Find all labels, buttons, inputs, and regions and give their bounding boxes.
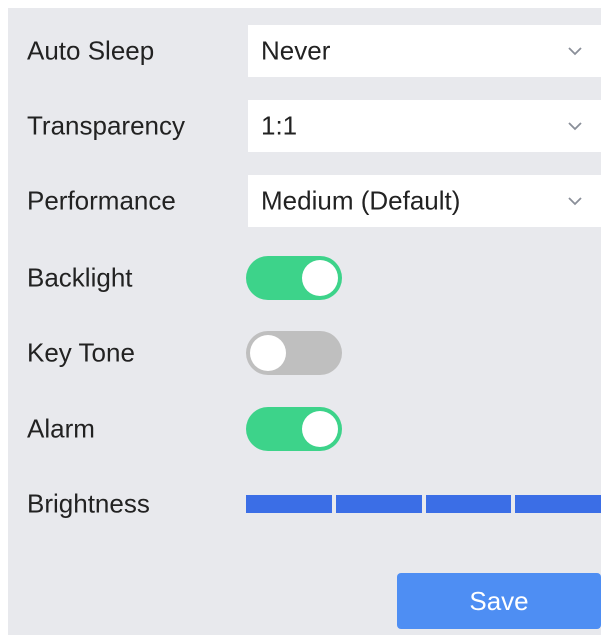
brightness-segment[interactable] (425, 495, 512, 513)
transparency-select[interactable]: 1:1 (248, 100, 601, 152)
performance-value: Medium (Default) (261, 185, 461, 216)
performance-select[interactable]: Medium (Default) (248, 175, 601, 227)
auto-sleep-select[interactable]: Never (248, 25, 601, 77)
key-tone-row: Key Tone (8, 327, 601, 379)
auto-sleep-row: Auto Sleep Never (8, 25, 601, 77)
toggle-knob (250, 335, 286, 371)
settings-panel: Auto Sleep Never Transparency 1:1 Perfor… (8, 8, 601, 635)
backlight-label: Backlight (27, 262, 133, 293)
performance-label: Performance (27, 185, 176, 216)
transparency-row: Transparency 1:1 (8, 100, 601, 152)
toggle-knob (302, 411, 338, 447)
key-tone-label: Key Tone (27, 337, 135, 368)
alarm-toggle[interactable] (246, 407, 342, 451)
brightness-segment[interactable] (515, 495, 601, 513)
brightness-bar[interactable] (246, 495, 601, 513)
key-tone-toggle[interactable] (246, 331, 342, 375)
chevron-down-icon (568, 47, 582, 56)
backlight-row: Backlight (8, 252, 601, 304)
alarm-label: Alarm (27, 413, 95, 444)
chevron-down-icon (568, 197, 582, 206)
auto-sleep-label: Auto Sleep (27, 35, 155, 66)
backlight-toggle[interactable] (246, 256, 342, 300)
brightness-row: Brightness (8, 478, 601, 530)
brightness-segment[interactable] (335, 495, 422, 513)
chevron-down-icon (568, 122, 582, 131)
transparency-label: Transparency (27, 110, 185, 141)
performance-row: Performance Medium (Default) (8, 175, 601, 227)
brightness-segment[interactable] (246, 495, 332, 513)
auto-sleep-value: Never (261, 35, 331, 66)
transparency-value: 1:1 (261, 110, 298, 141)
toggle-knob (302, 260, 338, 296)
brightness-label: Brightness (27, 488, 150, 519)
alarm-row: Alarm (8, 403, 601, 455)
save-button[interactable]: Save (397, 573, 601, 629)
